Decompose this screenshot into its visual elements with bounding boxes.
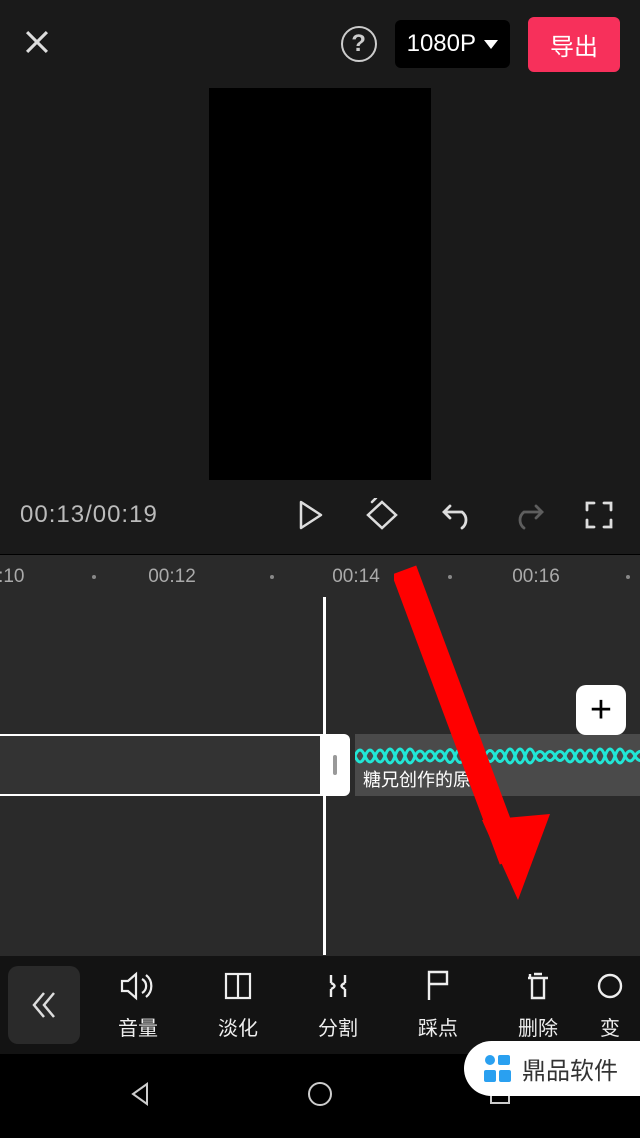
tool-delete[interactable]: 删除 [488,970,588,1041]
tool-beat[interactable]: 踩点 [388,970,488,1041]
playhead[interactable] [323,597,326,955]
resolution-label: 1080P [407,30,476,58]
nav-back[interactable] [127,1081,153,1112]
add-clip-button[interactable]: + [576,685,626,735]
tool-volume[interactable]: 音量 [88,970,188,1041]
nav-home[interactable] [306,1080,334,1113]
resolution-select[interactable]: 1080P [395,20,510,68]
export-button[interactable]: 导出 [528,17,620,72]
watermark-logo-icon [480,1052,514,1086]
undo-button[interactable] [440,500,474,530]
time-ruler[interactable]: 0:10 00:12 00:14 00:16 [0,555,640,599]
redo-button[interactable] [512,500,546,530]
keyframe-button[interactable] [362,498,402,532]
play-button[interactable] [298,500,324,530]
tool-split[interactable]: 分割 [288,970,388,1041]
video-clip[interactable] [0,734,324,796]
waveform-icon [355,742,640,770]
chevron-down-icon [484,40,498,49]
preview-frame [209,88,431,480]
timecode: 00:13/00:19 [20,501,298,529]
close-button[interactable] [20,25,54,64]
fullscreen-button[interactable] [584,500,614,530]
watermark: 鼎品软件 [464,1041,640,1096]
tool-change[interactable]: 变 [588,970,632,1041]
tool-fade[interactable]: 淡化 [188,970,288,1041]
timeline[interactable]: 0:10 00:12 00:14 00:16 + 糖兄创作的原声 [0,554,640,964]
audio-clip[interactable]: 糖兄创作的原声 [355,734,640,796]
toolbar-back-button[interactable] [8,966,80,1044]
video-preview[interactable] [0,88,640,480]
help-icon[interactable]: ? [341,26,377,62]
